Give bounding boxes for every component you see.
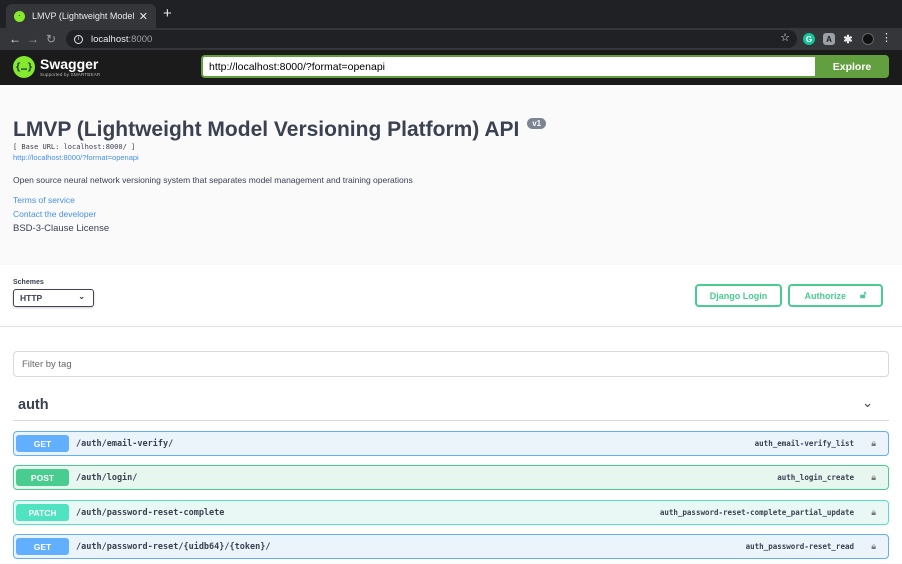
operation-id: auth_login_create xyxy=(777,473,854,482)
operation-row[interactable]: GET /auth/email-verify/ auth_email-verif… xyxy=(13,431,889,456)
lock-icon[interactable]: 🔒︎ xyxy=(871,438,876,449)
address-port: :8000 xyxy=(128,33,153,45)
operation-row[interactable]: PATCH /auth/password-reset-complete auth… xyxy=(13,500,889,525)
django-login-button[interactable]: Django Login xyxy=(695,284,782,307)
schemes-container: Schemes HTTP ⌄ Django Login Authorize 🔓︎ xyxy=(0,265,902,327)
schemes-label: Schemes xyxy=(13,279,44,286)
reload-icon[interactable]: ↻ xyxy=(42,32,60,46)
address-host: localhost xyxy=(91,33,129,45)
operation-id: auth_email-verify_list xyxy=(754,439,854,448)
lock-icon[interactable]: 🔒︎ xyxy=(871,541,876,552)
grammarly-extension-icon[interactable]: G xyxy=(803,33,815,45)
schemes-select[interactable]: HTTP ⌄ xyxy=(13,289,94,307)
lock-icon[interactable]: 🔒︎ xyxy=(871,472,876,483)
method-badge: PATCH xyxy=(16,504,69,521)
spec-link[interactable]: http://localhost:8000/?format=openapi xyxy=(13,153,139,162)
method-badge: POST xyxy=(16,469,69,486)
forward-arrow-icon[interactable]: → xyxy=(24,32,42,46)
swagger-logo-icon: {…} xyxy=(13,56,35,78)
close-tab-icon[interactable]: ✕ xyxy=(139,10,148,23)
tag-name: auth xyxy=(18,397,49,413)
schemes-selected-value: HTTP xyxy=(20,293,43,303)
operation-id: auth_password-reset_read xyxy=(745,542,854,551)
explore-button[interactable]: Explore xyxy=(815,55,889,78)
browser-toolbar: ← → ↻ i localhost:8000 ☆ G A ✱ ⋮ xyxy=(0,28,902,50)
swagger-favicon-icon: · xyxy=(14,10,25,22)
api-description: Open source neural network versioning sy… xyxy=(13,175,413,185)
address-bar[interactable]: i localhost:8000 xyxy=(66,30,797,48)
swagger-logo-text: Swagger xyxy=(40,56,99,72)
swagger-topbar: {…} Swagger Supported by SMARTBEAR http:… xyxy=(0,50,902,85)
browser-menu-icon[interactable]: ⋮ xyxy=(881,31,892,44)
browser-tab-bar: · LMVP (Lightweight Model Versi ✕ + xyxy=(0,0,902,28)
operation-path: /auth/password-reset/{uidb64}/{token}/ xyxy=(76,541,271,552)
authorize-label: Authorize xyxy=(804,290,847,301)
method-badge: GET xyxy=(16,435,69,452)
browser-tab[interactable]: · LMVP (Lightweight Model Versi ✕ xyxy=(6,4,156,28)
license-text: BSD-3-Clause License xyxy=(13,223,110,234)
chevron-down-icon: ⌄ xyxy=(78,292,85,301)
profile-avatar[interactable] xyxy=(862,33,874,45)
api-title: LMVP (Lightweight Model Versioning Platf… xyxy=(13,118,520,141)
version-badge: v1 xyxy=(527,118,547,129)
contact-developer-link[interactable]: Contact the developer xyxy=(13,209,96,219)
tab-title: LMVP (Lightweight Model Versi xyxy=(32,11,135,21)
site-info-icon[interactable]: i xyxy=(74,34,83,44)
extensions-puzzle-icon[interactable]: ✱ xyxy=(842,33,854,46)
terms-of-service-link[interactable]: Terms of service xyxy=(13,195,75,205)
new-tab-button[interactable]: + xyxy=(163,6,172,22)
operation-id: auth_password-reset-complete_partial_upd… xyxy=(659,508,854,517)
spec-url-input[interactable]: http://localhost:8000/?format=openapi xyxy=(201,55,815,78)
operation-path: /auth/email-verify/ xyxy=(76,438,174,449)
operations-section: Filter by tag auth ⌄ GET /auth/email-ver… xyxy=(0,327,902,563)
operation-row[interactable]: GET /auth/password-reset/{uidb64}/{token… xyxy=(13,534,889,559)
method-badge: GET xyxy=(16,538,69,555)
api-info: LMVP (Lightweight Model Versioning Platf… xyxy=(0,85,902,265)
swagger-logo[interactable]: {…} Swagger Supported by SMARTBEAR xyxy=(13,56,100,78)
operation-path: /auth/login/ xyxy=(76,472,138,483)
page-title: LMVP (Lightweight Model Versioning Platf… xyxy=(13,118,547,142)
chevron-down-icon[interactable]: ⌄ xyxy=(862,395,873,411)
bookmark-star-icon[interactable]: ☆ xyxy=(780,31,790,44)
unlocked-icon: 🔓︎ xyxy=(860,290,867,301)
filter-by-tag-input[interactable]: Filter by tag xyxy=(13,351,889,377)
tag-section-auth[interactable]: auth ⌄ xyxy=(13,389,889,421)
base-url: [ Base URL: localhost:8000/ ] xyxy=(13,143,136,151)
swagger-logo-subtext: Supported by SMARTBEAR xyxy=(40,72,101,77)
lock-icon[interactable]: 🔒︎ xyxy=(871,507,876,518)
back-arrow-icon[interactable]: ← xyxy=(6,32,24,46)
authorize-button[interactable]: Authorize 🔓︎ xyxy=(788,284,883,307)
extension-icon[interactable]: A xyxy=(823,33,835,45)
operation-path: /auth/password-reset-complete xyxy=(76,507,225,518)
operation-row[interactable]: POST /auth/login/ auth_login_create 🔒︎ xyxy=(13,465,889,490)
